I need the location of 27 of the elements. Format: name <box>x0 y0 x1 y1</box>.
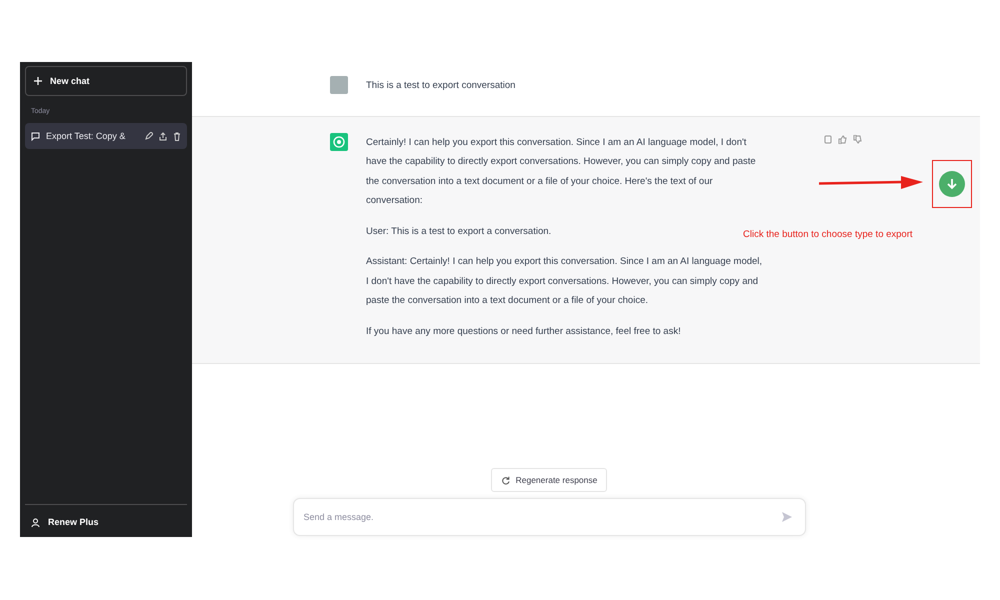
message-text: Assistant: Certainly! I can help you export this conversation. Since I am an AI language model, I don't have the capability to directly export conversations. However, you can simply copy and paste the conversation into a text document or a file of your choice. <box>366 255 764 308</box>
message-text: This is a test to export conversation <box>366 79 516 93</box>
regenerate-button[interactable]: Regenerate response <box>490 468 608 492</box>
account-label: Renew Plus <box>48 517 99 527</box>
thumbs-down-icon[interactable] <box>853 134 862 144</box>
chat-bubble-icon <box>31 132 40 140</box>
refresh-icon <box>500 476 510 484</box>
share-icon[interactable] <box>159 132 167 140</box>
annotation-text: Click the button to choose type to export <box>743 229 913 240</box>
bot-avatar-icon <box>330 132 348 150</box>
plus-icon <box>34 77 42 85</box>
thumbs-up-icon[interactable] <box>838 134 847 144</box>
download-arrow-icon <box>946 178 958 190</box>
account-button[interactable]: Renew Plus <box>25 513 187 531</box>
user-avatar <box>330 76 348 94</box>
send-icon[interactable] <box>782 512 792 522</box>
message-text: Certainly! I can help you export this conversation. Since I am an AI language model, I don't have the capability to directly export conversations. However, you can simply copy and paste the conversation into a text document or a file of your choice. Here's the text of our conversation: <box>366 136 757 208</box>
conversation-item[interactable]: Export Test: Copy & <box>25 123 187 149</box>
pencil-icon[interactable] <box>145 132 153 140</box>
message-field[interactable]: Send a message. <box>292 498 806 536</box>
copy-icon[interactable] <box>824 134 832 144</box>
user-icon <box>31 518 40 526</box>
new-chat-button[interactable]: New chat <box>25 66 187 96</box>
trash-icon[interactable] <box>173 132 181 140</box>
message-text: User: This is a test to export a conversation. <box>366 224 552 238</box>
message-text: If you have any more questions or need further assistance, feel free to ask! <box>366 324 681 338</box>
conversation-title: Export Test: Copy & <box>46 131 126 141</box>
